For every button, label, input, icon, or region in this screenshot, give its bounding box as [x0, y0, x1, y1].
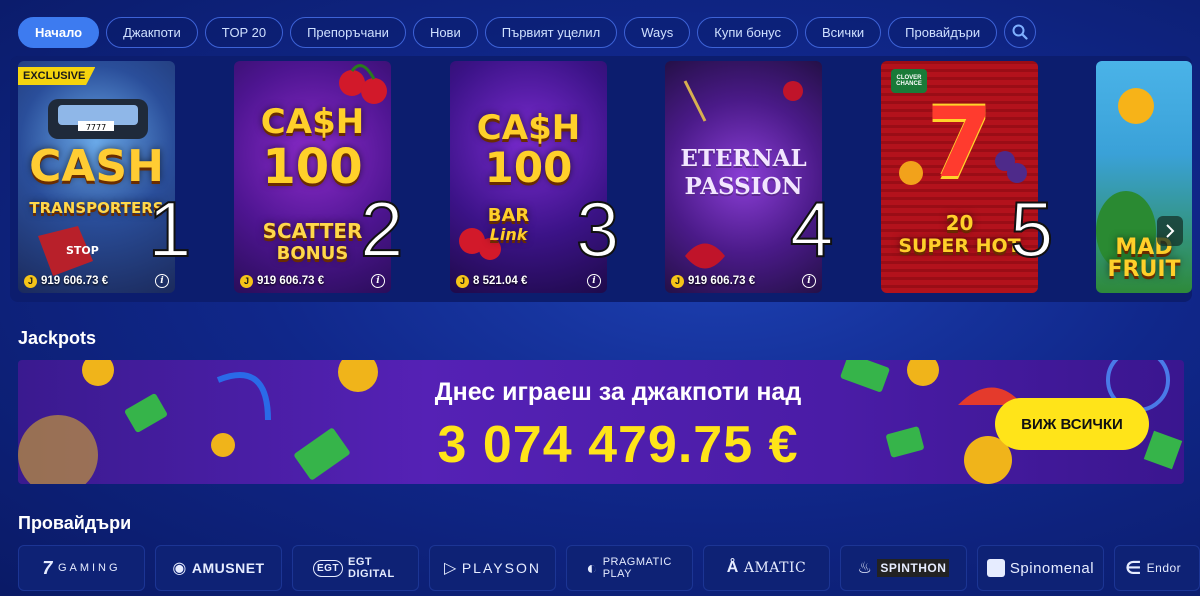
top-games-carousel: 7777 STOP CASH TRANSPORTERS EXCLUSIVE J …: [10, 56, 1192, 302]
game-title-number: 100: [262, 139, 363, 195]
provider-spinthon[interactable]: ♨ SPINTHON: [840, 545, 967, 591]
tab-jackpots[interactable]: Джакпоти: [106, 16, 198, 48]
tab-new[interactable]: Нови: [412, 16, 478, 48]
jackpot-amount: 919 606.73 €: [688, 275, 756, 287]
pragmatic-logo-icon: ◐: [586, 557, 598, 578]
tab-ways[interactable]: Ways: [624, 16, 691, 48]
jackpot-banner[interactable]: Днес играеш за джакпоти над 3 074 479.75…: [18, 360, 1184, 484]
game-jackpot: J 8 521.04 €: [456, 273, 527, 289]
jackpots-heading: Jackpots: [18, 328, 97, 348]
provider-7777-gaming[interactable]: 7 GAMING: [18, 545, 145, 591]
stop-sign-text: STOP: [66, 244, 99, 257]
game-subtitle-art: FRUIT: [1107, 257, 1181, 282]
info-icon[interactable]: i: [587, 274, 601, 288]
info-icon[interactable]: i: [155, 274, 169, 288]
info-icon[interactable]: i: [371, 274, 385, 288]
game-title-art: 7: [926, 87, 993, 199]
game-title-art: CA$H: [260, 102, 365, 142]
clover-chance-logo: CLOVER CHANCE: [896, 75, 922, 87]
jackpot-total-amount: 3 074 479.75 €: [437, 416, 799, 474]
exclusive-badge: EXCLUSIVE: [18, 67, 96, 85]
spinomenal-logo-icon: [986, 559, 1005, 577]
playson-logo-icon: ▷: [444, 560, 457, 577]
jackpot-coin-icon: J: [671, 274, 684, 288]
rank-number: 1: [147, 185, 192, 273]
tab-first-hit[interactable]: Първият уцелил: [484, 16, 618, 48]
game-tile-6[interactable]: MAD FRUIT: [1096, 61, 1192, 293]
provider-spinomenal[interactable]: Spinomenal: [977, 545, 1104, 591]
game-title-art: CASH: [29, 141, 164, 192]
category-nav: Начало Джакпоти TOP 20 Препоръчани Нови …: [18, 16, 1037, 48]
chevron-right-icon: [1166, 224, 1175, 238]
game-jackpot: J 919 606.73 €: [671, 273, 755, 289]
search-button[interactable]: [1004, 16, 1037, 48]
jackpot-coin-icon: J: [240, 274, 253, 288]
provider-endorphina[interactable]: ∈ Endor: [1114, 545, 1200, 591]
jackpot-amount: 919 606.73 €: [257, 275, 325, 287]
provider-egt-digital[interactable]: EGT EGT DIGITAL: [292, 545, 419, 591]
provider-pragmatic-play[interactable]: ◐ PRAGMATIC PLAY: [566, 545, 693, 591]
game-title-art: ETERNAL: [680, 145, 807, 172]
seven-logo-icon: 7: [42, 557, 53, 578]
rank-number: 3: [575, 185, 620, 273]
provider-amusnet[interactable]: ◉ AMUSNET: [155, 545, 282, 591]
egt-logo-icon: EGT: [312, 559, 344, 577]
endorphina-logo-icon: ∈: [1125, 557, 1142, 578]
amatic-logo-icon: Å: [726, 559, 739, 576]
tab-recommended[interactable]: Препоръчани: [290, 16, 406, 48]
license-plate-text: 7777: [86, 123, 106, 132]
spinthon-logo-icon: ♨: [857, 560, 873, 577]
carousel-next-button[interactable]: [1157, 216, 1183, 246]
rank-number: 4: [789, 185, 834, 273]
amusnet-logo-icon: ◉: [172, 560, 187, 577]
view-all-jackpots-button[interactable]: ВИЖ ВСИЧКИ: [995, 398, 1149, 450]
rank-number: 5: [1009, 185, 1054, 273]
jackpot-banner-text: Днес играеш за джакпоти над: [434, 378, 802, 406]
jackpot-amount: 8 521.04 €: [473, 275, 528, 287]
game-jackpot: J 919 606.73 €: [24, 273, 108, 289]
tab-top20[interactable]: TOP 20: [204, 16, 284, 48]
rank-number: 2: [359, 185, 404, 273]
provider-amatic[interactable]: Å AMATIC: [703, 545, 830, 591]
tab-providers[interactable]: Провайдъри: [888, 16, 998, 48]
provider-playson[interactable]: ▷ PLAYSON: [429, 545, 556, 591]
game-jackpot: J 919 606.73 €: [240, 273, 324, 289]
providers-list: 7 GAMING ◉ AMUSNET EGT EGT DIGITAL ▷ PLA…: [18, 545, 1200, 596]
tab-buy-bonus[interactable]: Купи бонус: [697, 16, 798, 48]
game-title-number: 100: [484, 143, 573, 192]
jackpot-coin-icon: J: [24, 274, 37, 288]
jackpot-amount: 919 606.73 €: [41, 275, 109, 287]
providers-heading: Провайдъри: [18, 513, 132, 533]
tab-all[interactable]: Всички: [804, 16, 882, 48]
jackpot-coin-icon: J: [456, 274, 469, 288]
info-icon[interactable]: i: [802, 274, 816, 288]
tab-home[interactable]: Начало: [18, 16, 100, 48]
game-title-art: CA$H: [476, 108, 581, 148]
search-icon: [1012, 24, 1028, 40]
